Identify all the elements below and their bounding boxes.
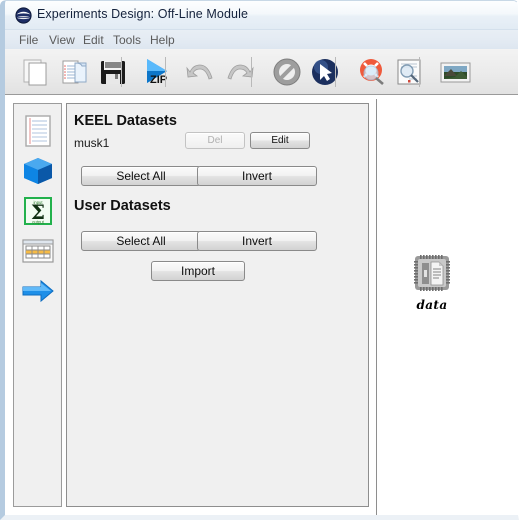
green-sigma-icon: Σ input output — [24, 197, 52, 225]
svg-text:output: output — [32, 220, 44, 225]
toolbar-separator — [251, 57, 252, 87]
svg-text:input: input — [33, 200, 43, 205]
menu-item-help[interactable]: Help — [146, 32, 179, 48]
tool-bar: ZIP — [5, 49, 518, 95]
experiment-graph-canvas[interactable]: data — [376, 99, 518, 515]
datasets-panel: KEEL Datasets musk1 Del Edit Select All … — [66, 103, 369, 507]
sidebar-item-visualize[interactable] — [21, 234, 55, 268]
sidebar-item-connect[interactable] — [21, 274, 55, 308]
user-select-all-button[interactable]: Select All — [81, 231, 201, 251]
inspect-report-button[interactable] — [389, 52, 429, 92]
redo-button[interactable] — [219, 52, 259, 92]
snapshot-button[interactable] — [435, 52, 475, 92]
undo-arrow-icon — [186, 64, 213, 80]
toolbar-separator — [419, 57, 420, 87]
sidebar-item-methods[interactable] — [21, 154, 55, 188]
menu-item-view[interactable]: View — [45, 32, 79, 48]
keel-globe-icon — [15, 7, 32, 24]
sidebar-item-datasets[interactable] — [21, 114, 55, 148]
grid-table-icon — [22, 239, 54, 263]
menu-item-file[interactable]: File — [15, 32, 42, 48]
help-lifesaver-button[interactable] — [352, 52, 392, 92]
title-bar: Experiments Design: Off-Line Module — [5, 1, 518, 30]
lined-document-icon — [25, 115, 51, 147]
delete-dataset-button[interactable]: Del — [185, 132, 245, 149]
select-cursor-button[interactable] — [305, 52, 345, 92]
delete-node-button[interactable] — [267, 52, 307, 92]
zip-archive-icon: ZIP — [147, 59, 167, 86]
user-invert-button[interactable]: Invert — [197, 231, 317, 251]
dataset-node-label: data — [416, 298, 448, 312]
left-icon-strip: Σ input output — [13, 103, 62, 507]
application-window: Experiments Design: Off-Line Module File… — [0, 0, 519, 520]
open-folder-icon — [62, 60, 87, 84]
toolbar-separator — [165, 57, 166, 87]
user-datasets-title: User Datasets — [74, 198, 171, 214]
toolbar-separator — [335, 57, 336, 87]
blue-cube-icon — [24, 158, 52, 184]
dataset-chip-icon — [414, 255, 450, 291]
panel-splitter[interactable] — [371, 99, 375, 515]
save-experiment-button[interactable] — [93, 52, 133, 92]
toolbar-separator — [121, 57, 122, 87]
document-zoom-icon — [397, 59, 421, 85]
redo-arrow-icon — [227, 64, 254, 80]
window-title: Experiments Design: Off-Line Module — [37, 7, 249, 21]
open-experiment-button[interactable] — [55, 52, 95, 92]
undo-button[interactable] — [181, 52, 221, 92]
keel-datasets-title: KEEL Datasets — [74, 113, 177, 129]
lifesaver-search-icon — [360, 59, 384, 85]
menu-item-edit[interactable]: Edit — [79, 32, 108, 48]
keel-invert-button[interactable]: Invert — [197, 166, 317, 186]
dataset-name-musk1: musk1 — [74, 136, 110, 150]
edit-dataset-button[interactable]: Edit — [250, 132, 310, 149]
import-dataset-button[interactable]: Import — [151, 261, 245, 281]
menu-bar: File View Edit Tools Help — [5, 30, 518, 49]
dataset-node[interactable]: data — [404, 251, 460, 312]
keel-select-all-button[interactable]: Select All — [81, 166, 201, 186]
zip-export-button[interactable]: ZIP — [138, 52, 178, 92]
sidebar-item-statistics[interactable]: Σ input output — [21, 194, 55, 228]
new-experiment-button[interactable] — [17, 52, 57, 92]
floppy-save-icon — [101, 61, 125, 84]
blue-arrow-icon — [22, 279, 54, 303]
picture-image-icon — [440, 62, 471, 83]
menu-item-tools[interactable]: Tools — [109, 32, 145, 48]
main-body: Σ input output KEEL Datasets musk1 Del E… — [5, 95, 518, 515]
cursor-arrow-icon — [312, 59, 338, 85]
forbidden-circle-icon — [273, 58, 301, 86]
new-document-icon — [23, 59, 47, 86]
